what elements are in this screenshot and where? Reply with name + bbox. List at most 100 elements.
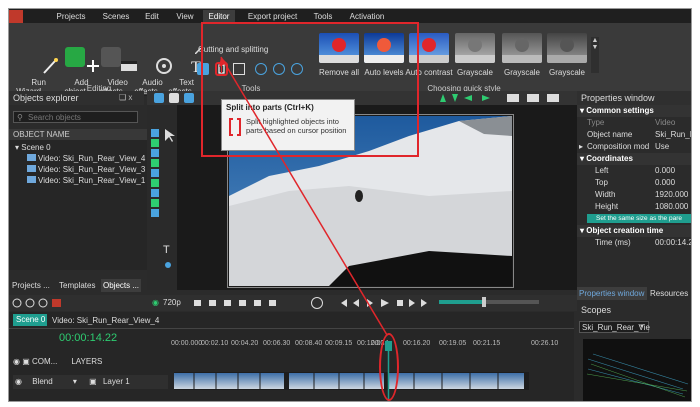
prop-value[interactable]: 1920.000: [655, 189, 688, 201]
tick-label: 00:04.20: [231, 340, 259, 347]
prop-composition[interactable]: ▸Composition modUse layer's: [577, 141, 691, 163]
timeline-tools: [12, 298, 72, 308]
menu-bar: Projects Scenes Edit View Editor Export …: [9, 9, 691, 23]
quick-style-label-grayscale-2: Grayscale: [503, 68, 540, 77]
prop-key: Object name: [587, 130, 633, 139]
common-settings-label: Common settings: [586, 106, 654, 115]
layer-header: ◉ ▣ COM... LAYERS: [13, 356, 163, 368]
volume-handle[interactable]: [482, 297, 486, 307]
search-icon: ⚲: [17, 113, 23, 122]
properties-title: Properties window: [577, 91, 691, 105]
select-tool-icon[interactable]: [154, 93, 164, 103]
chevron-down-icon: ▾: [640, 323, 644, 330]
tab-templates[interactable]: Templates: [59, 281, 95, 290]
menu-view[interactable]: View: [174, 10, 196, 23]
prop-object-name[interactable]: Object name Ski_Run_R: [577, 129, 691, 141]
objects-explorer-pin-close[interactable]: ❑ x: [119, 93, 132, 102]
prop-height[interactable]: Height 1080.000: [577, 201, 691, 213]
tree-item-label: Video: Ski_Run_Rear_View_4: [38, 154, 146, 163]
common-settings-header[interactable]: ▾ Common settings: [577, 105, 691, 117]
transport-controls[interactable]: [339, 297, 439, 309]
layer-row[interactable]: ◉ Blend ▾ ▣ Layer 1: [13, 375, 168, 389]
text-effects-icon: T: [170, 47, 201, 76]
clock-icon[interactable]: [311, 297, 323, 309]
tick-label: 00:09.15: [325, 340, 353, 347]
menu-scenes[interactable]: Scenes: [101, 10, 131, 23]
tick-label: 00:26.10: [531, 340, 559, 347]
side-tool-strip: T: [147, 105, 177, 290]
time-ruler[interactable]: 00:00.000 00:02.10 00:04.20 00:06.30 00:…: [171, 340, 571, 352]
coordinates-header[interactable]: ▾ Coordinates: [577, 153, 691, 165]
tree-item-video-3[interactable]: Video: Ski_Run_Rear_View_3: [27, 164, 145, 175]
app-window: Projects Scenes Edit View Editor Export …: [8, 8, 692, 402]
scopes-source-select[interactable]: Ski_Run_Rear_Vie: [579, 321, 650, 333]
quick-style-grayscale-3[interactable]: [547, 33, 587, 63]
prop-value[interactable]: 1080.000: [655, 201, 688, 213]
playhead-highlight-ellipse: [379, 333, 399, 401]
prop-width[interactable]: Width 1920.000: [577, 189, 691, 201]
prop-key: Type: [587, 118, 605, 127]
tree-item-video-1[interactable]: Video: Ski_Run_Rear_View_1: [27, 175, 145, 186]
menu-edit[interactable]: Edit: [142, 10, 162, 23]
tick-label: 00:02.10: [201, 340, 229, 347]
tree-scene-0[interactable]: ▾ Scene 0: [15, 142, 51, 153]
app-logo-icon: [9, 10, 23, 23]
video-icon: [27, 176, 36, 183]
prop-key: Top: [595, 178, 608, 187]
tab-scene-0[interactable]: Scene 0: [13, 314, 47, 326]
same-size-button[interactable]: Set the same size as the pare: [587, 214, 691, 223]
blend-label[interactable]: Blend: [32, 377, 52, 386]
layer-name[interactable]: Layer 1: [103, 377, 130, 386]
prop-value[interactable]: 0.000: [655, 165, 675, 177]
tab-objects[interactable]: Objects ...: [101, 279, 141, 292]
resolution-select[interactable]: 720p: [163, 298, 181, 307]
tick-label: 00:08.40: [295, 340, 323, 347]
tick-label: 00:00.000: [171, 340, 203, 347]
timeline-divider: [9, 328, 574, 329]
svg-text:T: T: [163, 244, 170, 256]
scene-label: Scene 0: [21, 143, 51, 152]
prop-top[interactable]: Top 0.000: [577, 177, 691, 189]
clip-track[interactable]: [174, 372, 529, 390]
tree-item-label: Video: Ski_Run_Rear_View_1: [38, 176, 146, 185]
tab-video-ski-run-4[interactable]: Video: Ski_Run_Rear_View_4: [52, 316, 159, 325]
prop-time[interactable]: Time (ms) 00:00:14.22: [577, 237, 691, 249]
quick-style-scroll[interactable]: ▲ ▼: [591, 37, 599, 73]
paste-tool-icon[interactable]: [184, 93, 194, 103]
eye-icon[interactable]: ◉: [13, 357, 22, 366]
quick-style-label-grayscale-3: Grayscale: [548, 68, 585, 77]
com-label: COM...: [31, 357, 58, 366]
prop-type: Type Video: [577, 117, 691, 129]
tab-resources[interactable]: Resources: [650, 289, 688, 298]
eye-icon[interactable]: ◉: [152, 298, 160, 308]
lock-icon[interactable]: ▣: [22, 357, 32, 366]
quick-style-grayscale-1[interactable]: [455, 33, 495, 63]
scopes-title: Scopes: [577, 303, 691, 317]
prop-value[interactable]: 00:00:14.22: [655, 237, 691, 249]
tab-properties-window[interactable]: Properties window: [577, 287, 647, 300]
tick-label: 00:21.15: [473, 340, 501, 347]
tab-projects[interactable]: Projects ...: [12, 281, 50, 290]
eye-icon[interactable]: ◉: [15, 377, 22, 386]
tick-label: 00:06.30: [263, 340, 291, 347]
menu-projects[interactable]: Projects: [56, 10, 86, 23]
prop-key: Composition mod: [587, 142, 650, 151]
prop-value: Video: [655, 118, 676, 127]
audio-effects-icon: [136, 47, 172, 74]
tree-item-video-4[interactable]: Video: Ski_Run_Rear_View_4: [27, 153, 145, 164]
prop-value[interactable]: Ski_Run_R: [655, 129, 691, 141]
video-effects-icon: [101, 47, 137, 71]
add-object-icon: [65, 47, 99, 72]
prop-left[interactable]: Left 0.000: [577, 165, 691, 177]
tick-label: 00:19.05: [439, 340, 467, 347]
search-objects-input[interactable]: Search objects: [28, 113, 81, 122]
copy-tool-icon[interactable]: [169, 93, 179, 103]
prop-key: Time (ms): [595, 238, 631, 247]
search-objects-box[interactable]: ⚲ Search objects: [13, 111, 138, 123]
quick-style-grayscale-2[interactable]: [502, 33, 542, 63]
volume-fill: [439, 300, 484, 304]
video-icon: [27, 154, 36, 161]
prop-value[interactable]: 0.000: [655, 177, 675, 189]
creation-time-header[interactable]: ▾ Object creation time: [577, 225, 691, 237]
prop-key: Width: [595, 190, 616, 199]
